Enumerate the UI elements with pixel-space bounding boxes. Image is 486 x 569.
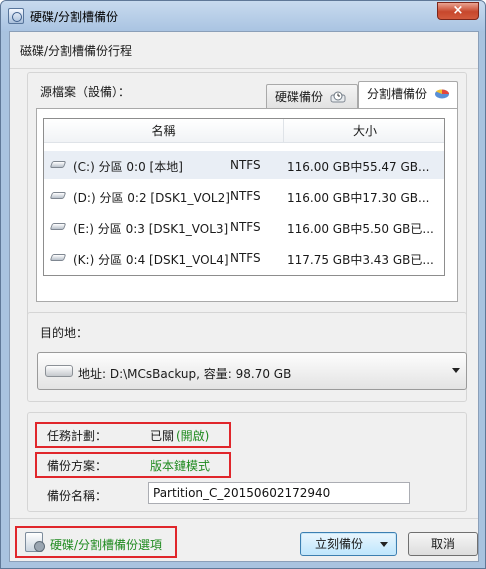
scheme-link[interactable]: 版本鏈模式 bbox=[150, 457, 210, 474]
partition-name: (K:) 分區 0:4 [DSK1_VOL4] bbox=[73, 253, 229, 267]
schedule-label: 任務計劃： bbox=[47, 429, 108, 443]
partition-size: 117.75 GB中3.43 GB已... bbox=[287, 253, 434, 267]
drive-icon bbox=[49, 161, 67, 168]
tab-partition-backup-label: 分割槽備份 bbox=[367, 87, 428, 101]
tab-disk-backup[interactable]: 硬碟備份 bbox=[266, 84, 358, 108]
list-header: 名稱 大小 bbox=[44, 119, 444, 143]
destination-value: 地址: D:\MCsBackup, 容量: 98.70 GB bbox=[78, 367, 292, 381]
tab-partition-backup[interactable]: 分割槽備份 bbox=[358, 81, 458, 109]
divider bbox=[10, 68, 478, 69]
drive-icon bbox=[49, 223, 67, 230]
column-header-name[interactable]: 名稱 bbox=[44, 119, 284, 143]
destination-label: 目的地： bbox=[40, 326, 89, 340]
chevron-down-icon[interactable] bbox=[452, 368, 460, 373]
partition-name: (C:) 分區 0:0 [本地] bbox=[73, 160, 183, 174]
backup-name-field[interactable] bbox=[148, 482, 410, 504]
app-disk-icon bbox=[8, 8, 24, 24]
partition-name: (E:) 分區 0:3 [DSK1_VOL3] bbox=[73, 222, 229, 236]
schedule-value: 已關 bbox=[150, 429, 175, 443]
chevron-down-icon[interactable] bbox=[380, 542, 388, 547]
disk-clock-icon bbox=[330, 91, 346, 103]
backup-now-button[interactable]: 立刻備份 bbox=[300, 532, 397, 556]
partition-fs: NTFS bbox=[230, 158, 261, 172]
backup-now-label: 立刻備份 bbox=[315, 537, 364, 551]
backup-name-label: 備份名稱： bbox=[47, 489, 108, 503]
source-label: 源檔案（設備）： bbox=[40, 85, 131, 99]
partition-fs: NTFS bbox=[230, 220, 261, 234]
list-item[interactable]: (E:) 分區 0:3 [DSK1_VOL3] NTFS 116.00 GB中5… bbox=[44, 213, 444, 241]
tab-disk-backup-label: 硬碟備份 bbox=[275, 90, 324, 104]
options-icon[interactable] bbox=[25, 532, 45, 552]
hard-drive-icon bbox=[45, 365, 73, 377]
list-item[interactable]: (K:) 分區 0:4 [DSK1_VOL4] NTFS 117.75 GB中3… bbox=[44, 244, 444, 272]
drive-icon bbox=[49, 192, 67, 199]
scheme-label: 備份方案： bbox=[47, 459, 108, 473]
destination-dropdown[interactable]: 地址: D:\MCsBackup, 容量: 98.70 GB bbox=[37, 352, 467, 390]
backup-window: 硬碟/分割槽備份 × 磁碟/分割槽備份行程 源檔案（設備）： 硬碟備份 分割槽備… bbox=[0, 0, 486, 569]
dialog-heading: 磁碟/分割槽備份行程 bbox=[20, 44, 133, 58]
list-item[interactable]: (C:) 分區 0:0 [本地] NTFS 116.00 GB中55.47 GB… bbox=[44, 151, 444, 179]
partition-fs: NTFS bbox=[230, 189, 261, 203]
drive-icon bbox=[49, 254, 67, 261]
title-bar[interactable]: 硬碟/分割槽備份 × bbox=[1, 1, 485, 31]
schedule-enable-link[interactable]: (開啟) bbox=[176, 427, 209, 444]
cancel-button[interactable]: 取消 bbox=[408, 532, 478, 556]
divider bbox=[10, 518, 478, 519]
partition-size: 116.00 GB中17.30 GB... bbox=[287, 191, 430, 205]
list-item[interactable]: (D:) 分區 0:2 [DSK1_VOL2] NTFS 116.00 GB中1… bbox=[44, 182, 444, 210]
partition-name: (D:) 分區 0:2 [DSK1_VOL2] bbox=[73, 191, 230, 205]
backup-options-link[interactable]: 硬碟/分割槽備份選項 bbox=[50, 536, 162, 553]
partition-fs: NTFS bbox=[230, 251, 261, 265]
partition-size: 116.00 GB中55.47 GB... bbox=[287, 160, 430, 174]
partition-size: 116.00 GB中5.50 GB已... bbox=[287, 222, 434, 236]
partition-list[interactable]: 名稱 大小 (C:) 分區 0:0 [本地] NTFS 116.00 GB中55… bbox=[43, 118, 445, 276]
close-button[interactable]: × bbox=[437, 2, 479, 20]
column-header-size[interactable]: 大小 bbox=[284, 119, 444, 143]
pie-chart-icon bbox=[434, 89, 449, 99]
dialog-body: 磁碟/分割槽備份行程 源檔案（設備）： 硬碟備份 分割槽備份 名稱 大小 (C:… bbox=[9, 31, 479, 562]
window-title: 硬碟/分割槽備份 bbox=[30, 10, 119, 24]
